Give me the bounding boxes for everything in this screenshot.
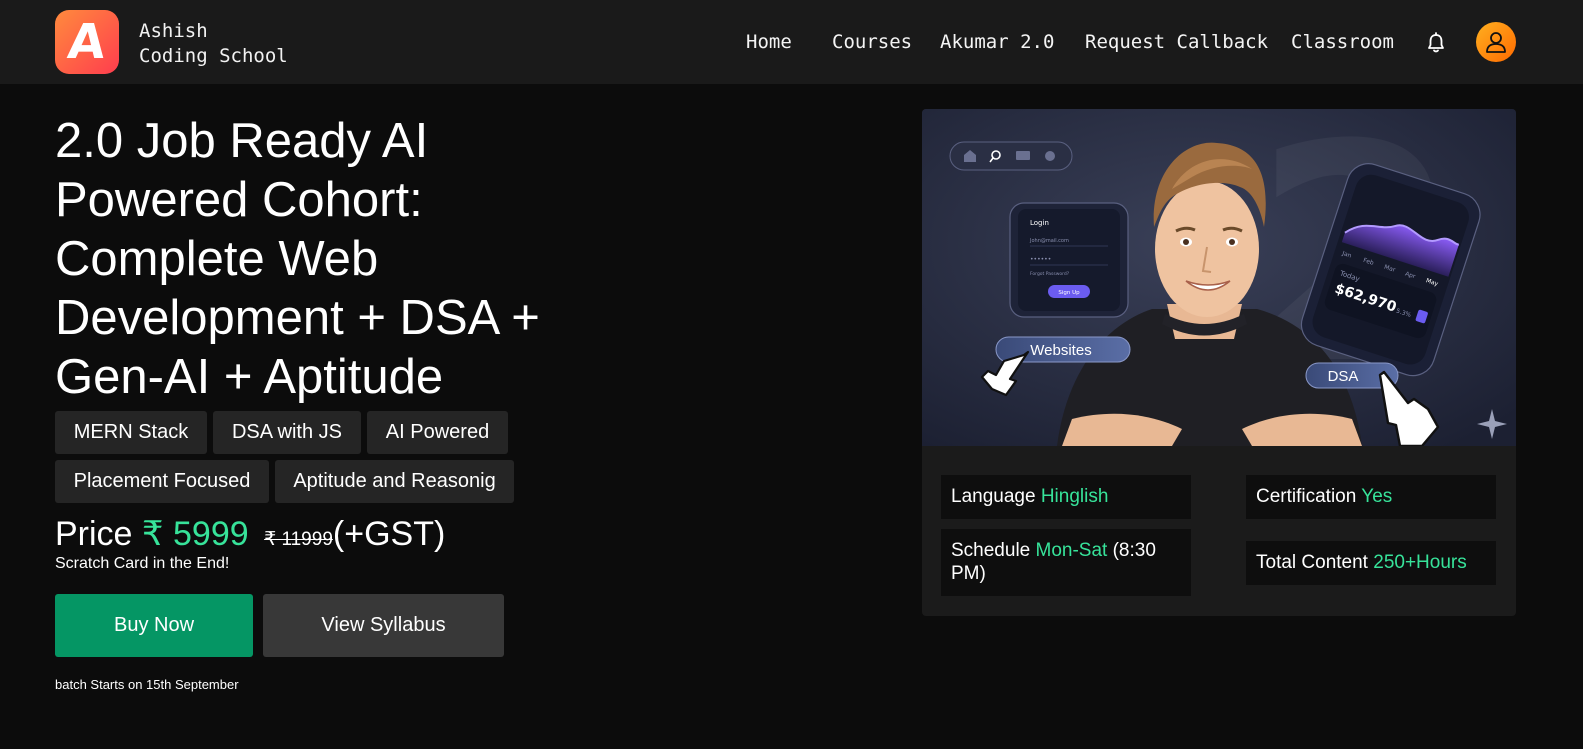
tag-mern-stack: MERN Stack bbox=[55, 411, 207, 454]
language-label: Language bbox=[951, 486, 1036, 507]
price-current: ₹ 5999 bbox=[141, 515, 249, 553]
course-banner-image: 2 Login John@mail.com •••••• Forgot Pass… bbox=[922, 109, 1516, 446]
nav-home[interactable]: Home bbox=[746, 31, 792, 53]
banner-websites-pill: Websites bbox=[1030, 342, 1091, 359]
certification-label: Certification bbox=[1256, 486, 1357, 507]
bell-icon[interactable] bbox=[1426, 32, 1446, 54]
certification-value: Yes bbox=[1361, 486, 1393, 507]
price-label: Price bbox=[55, 515, 133, 553]
schedule-label: Schedule bbox=[951, 540, 1031, 561]
banner-login-email: John@mail.com bbox=[1029, 238, 1069, 244]
course-card: 2 Login John@mail.com •••••• Forgot Pass… bbox=[922, 109, 1516, 616]
tag-ai-powered: AI Powered bbox=[367, 411, 508, 454]
total-content-label: Total Content bbox=[1256, 552, 1368, 573]
scratch-card-note: Scratch Card in the End! bbox=[55, 555, 230, 572]
language-value: Hinglish bbox=[1040, 486, 1109, 507]
price-line: Price ₹ 5999 ₹ 11999(+GST) bbox=[55, 513, 445, 561]
banner-login-forgot: Forgot Password? bbox=[1030, 271, 1070, 277]
tag-placement-focused: Placement Focused bbox=[55, 460, 269, 503]
nav-akumar[interactable]: Akumar 2.0 bbox=[940, 31, 1054, 53]
price-gst: (+GST) bbox=[332, 515, 446, 553]
banner-login-button: Sign Up bbox=[1058, 290, 1080, 296]
nav-links: Home Courses Akumar 2.0 Request Callback… bbox=[0, 31, 1583, 57]
nav-request-callback[interactable]: Request Callback bbox=[1085, 31, 1268, 53]
banner-dsa-pill: DSA bbox=[1328, 368, 1359, 385]
nav-courses[interactable]: Courses bbox=[832, 31, 912, 53]
language-info: Language Hinglish bbox=[941, 475, 1191, 519]
page-title: 2.0 Job Ready AI Powered Cohort: Complet… bbox=[55, 114, 540, 404]
banner-login-password: •••••• bbox=[1030, 256, 1051, 263]
total-content-info: Total Content 250+Hours bbox=[1246, 541, 1496, 585]
user-icon bbox=[1486, 32, 1506, 53]
navbar: A Ashish Coding School Home Courses Akum… bbox=[0, 0, 1583, 84]
nav-classroom[interactable]: Classroom bbox=[1291, 31, 1394, 53]
certification-info: Certification Yes bbox=[1246, 475, 1496, 519]
schedule-value: Mon-Sat bbox=[1035, 540, 1108, 561]
schedule-info: Schedule Mon-Sat (8:30 PM) bbox=[941, 529, 1191, 596]
tag-dsa-js: DSA with JS bbox=[213, 411, 361, 454]
price-original: ₹ 11999 bbox=[264, 529, 333, 550]
tag-aptitude-reasoning: Aptitude and Reasonig bbox=[275, 460, 514, 503]
total-content-value: 250+Hours bbox=[1373, 552, 1467, 573]
user-avatar[interactable] bbox=[1476, 22, 1516, 62]
buy-now-button[interactable]: Buy Now bbox=[55, 594, 253, 657]
banner-login-title: Login bbox=[1030, 219, 1049, 227]
batch-start-note: batch Starts on 15th September bbox=[55, 677, 239, 692]
view-syllabus-button[interactable]: View Syllabus bbox=[263, 594, 504, 657]
